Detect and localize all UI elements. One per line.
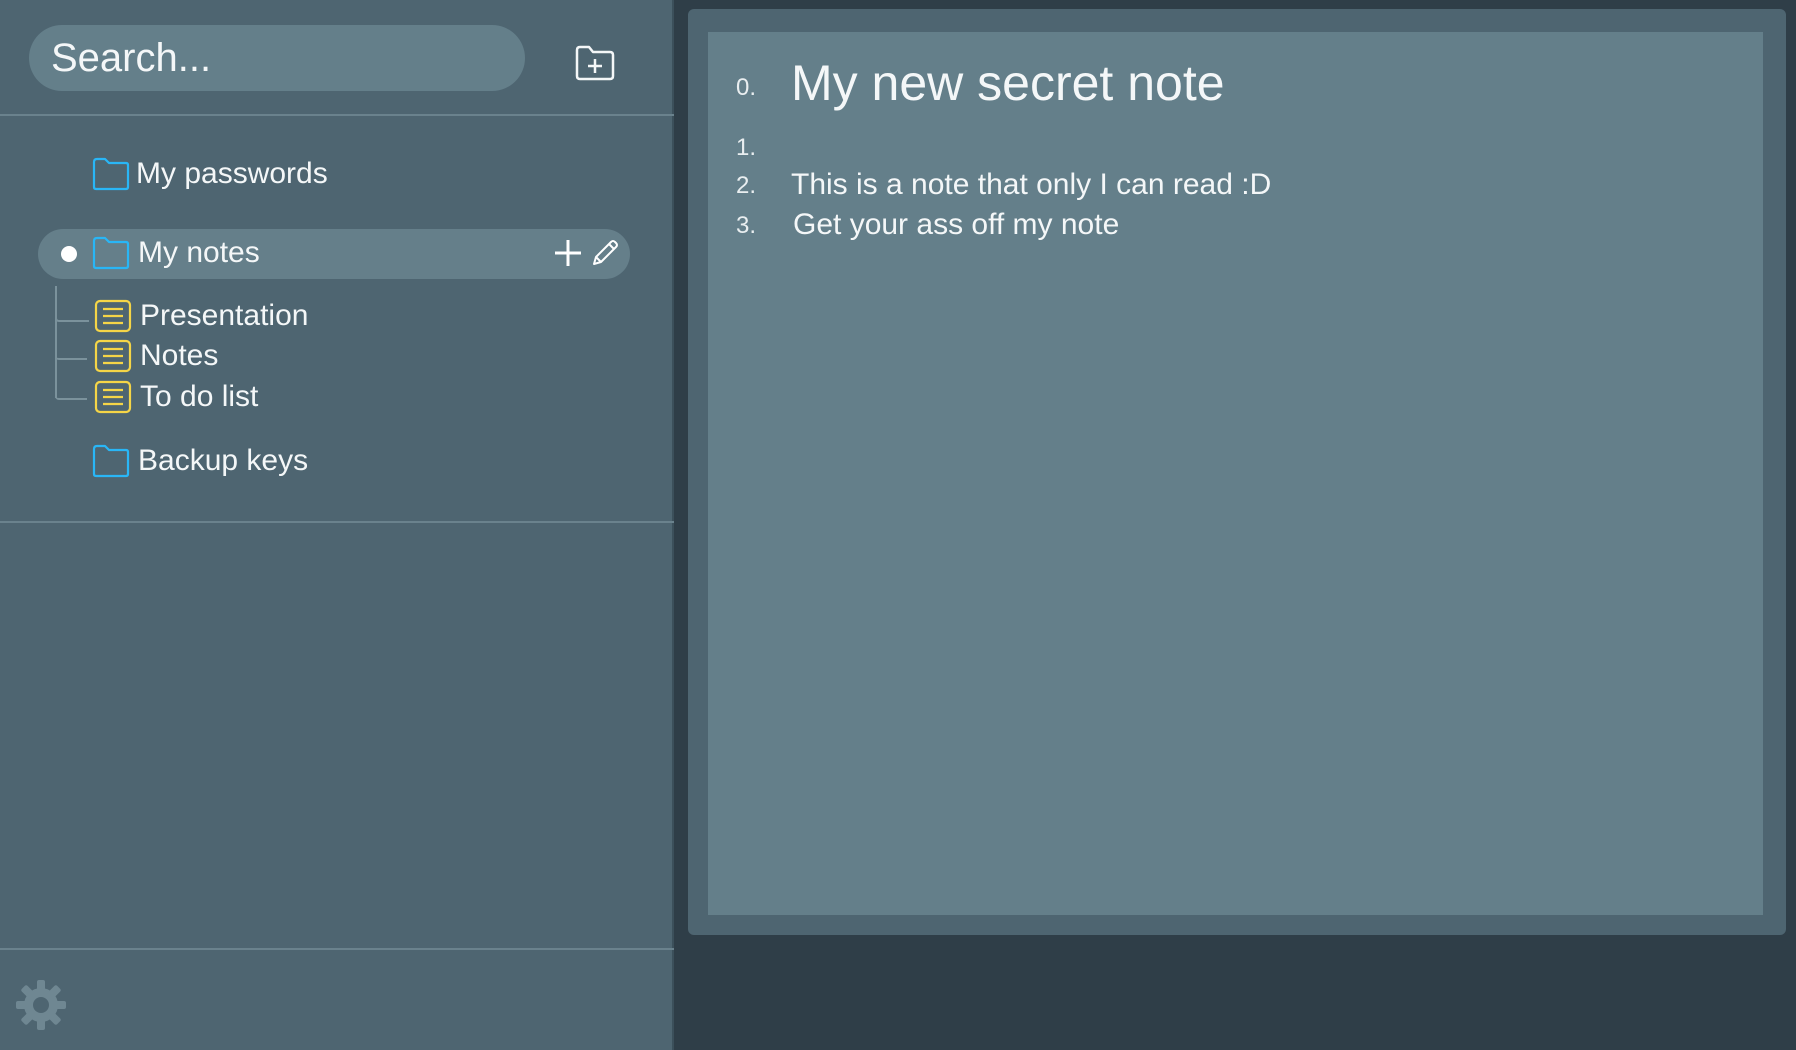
folder-backup-keys[interactable]: Backup keys — [92, 444, 308, 478]
gear-icon — [16, 980, 66, 1030]
line-text[interactable]: Get your ass off my note — [793, 208, 1119, 242]
note-label: Presentation — [140, 299, 309, 332]
sidebar: My passwords My notes Presen — [0, 0, 674, 1050]
folder-icon — [92, 236, 130, 270]
tree-connector-vertical — [55, 286, 57, 398]
folder-my-notes[interactable]: My notes — [92, 236, 260, 270]
note-icon — [94, 380, 132, 414]
rename-folder-button[interactable] — [589, 237, 621, 269]
divider — [0, 114, 674, 116]
folder-label: My passwords — [136, 157, 328, 190]
line-number: 3. — [736, 212, 757, 239]
search-box[interactable] — [29, 25, 525, 91]
add-note-button[interactable] — [552, 237, 584, 269]
folder-plus-icon — [575, 45, 615, 81]
search-input[interactable] — [51, 25, 511, 91]
editor-line: 1. — [708, 102, 1763, 161]
note-presentation[interactable]: Presentation — [94, 299, 308, 333]
tree-connector — [55, 320, 87, 360]
note-to-do-list[interactable]: To do list — [94, 380, 258, 414]
divider — [0, 521, 674, 523]
plus-icon — [555, 240, 581, 266]
tree-connector — [55, 286, 89, 322]
editor-line: 0. My new secret note — [708, 44, 1763, 111]
selected-bullet-icon — [61, 246, 77, 262]
editor-line: 3. Get your ass off my note — [708, 182, 1763, 241]
note-icon — [94, 339, 132, 373]
folder-label: My notes — [138, 236, 260, 269]
tree-connector — [55, 358, 87, 400]
note-editor[interactable]: 0. My new secret note 1. 2. This is a no… — [708, 32, 1763, 915]
note-label: Notes — [140, 339, 219, 372]
new-folder-button[interactable] — [574, 44, 616, 82]
folder-icon — [92, 157, 130, 191]
folder-label: Backup keys — [138, 444, 309, 477]
folder-my-passwords[interactable]: My passwords — [92, 157, 328, 191]
line-number: 0. — [736, 74, 757, 101]
folder-icon — [92, 444, 130, 478]
note-notes[interactable]: Notes — [94, 339, 218, 373]
settings-button[interactable] — [14, 978, 68, 1032]
divider — [0, 948, 674, 950]
pencil-icon — [593, 240, 618, 265]
note-label: To do list — [140, 380, 259, 413]
editor-line: 2. This is a note that only I can read :… — [708, 142, 1763, 201]
note-icon — [94, 299, 132, 333]
